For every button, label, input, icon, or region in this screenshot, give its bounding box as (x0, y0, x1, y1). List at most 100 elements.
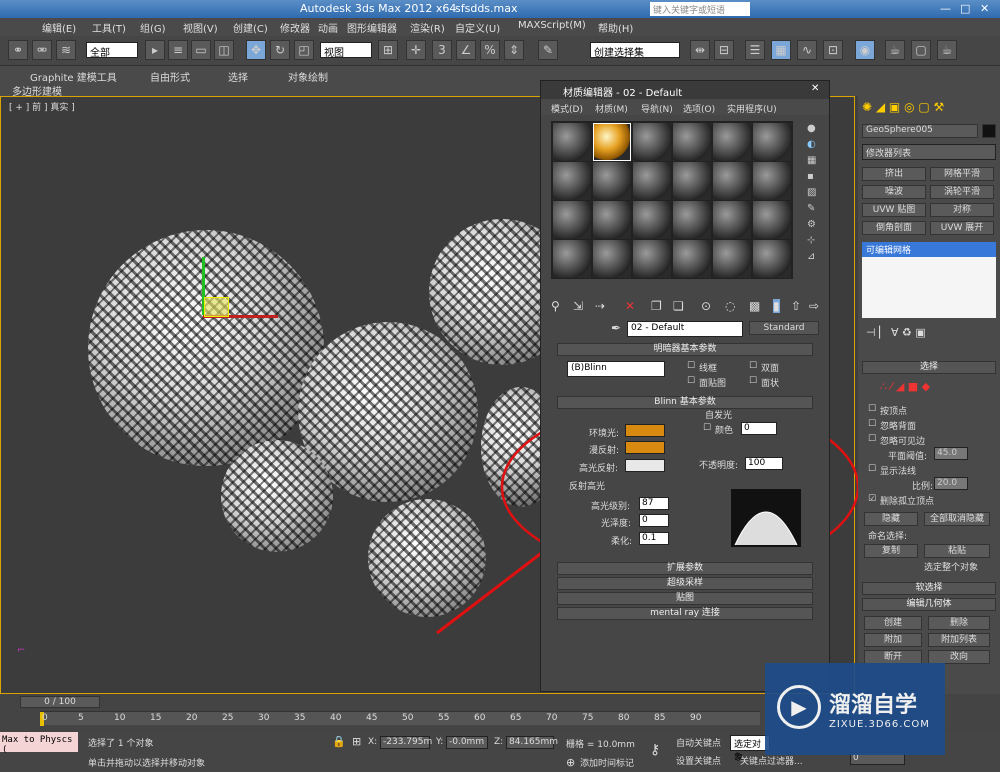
edit-geometry-rollout[interactable]: 编辑几何体 (862, 598, 996, 611)
material-name-field[interactable]: 02 - Default (627, 321, 743, 337)
make-preview-icon[interactable]: ✎ (807, 203, 821, 219)
soften-spinner[interactable]: 0.1 (639, 532, 669, 545)
by-vertex-checkbox[interactable]: ☐ (868, 404, 876, 414)
select-by-material-icon[interactable]: ⊹ (807, 235, 821, 251)
sample-slot[interactable] (753, 240, 791, 278)
blinn-rollout-header[interactable]: Blinn 基本参数 (557, 396, 813, 409)
sample-slot[interactable] (753, 123, 791, 161)
show-end-result-icon[interactable]: ▮ (773, 299, 780, 313)
maxscript-listener[interactable]: Max to Physcs ( (0, 732, 78, 755)
put-to-library-icon[interactable]: ⊙ (701, 299, 711, 313)
sample-slot[interactable] (593, 201, 631, 239)
sample-slot[interactable] (633, 201, 671, 239)
modifier-button-bevel-profile[interactable]: 倒角剖面 (862, 221, 926, 235)
sample-slot[interactable] (753, 162, 791, 200)
track-bar[interactable]: 0 5 10 15 20 25 30 35 40 45 50 55 60 65 … (40, 711, 760, 726)
modifier-list-dropdown[interactable]: 修改器列表 (862, 144, 996, 160)
self-illum-spinner[interactable]: 0 (741, 422, 777, 435)
modifier-button-symmetry[interactable]: 对称 (930, 203, 994, 217)
modifier-button-uvw-map[interactable]: UVW 贴图 (862, 203, 926, 217)
mat-menu-utilities[interactable]: 实用程序(U) (727, 102, 777, 115)
attach-list-button[interactable]: 附加列表 (928, 633, 990, 647)
backlight-icon[interactable]: ◐ (807, 139, 821, 155)
extended-params-rollout[interactable]: 扩展参数 (557, 562, 813, 575)
material-editor-close-button[interactable]: ✕ (811, 83, 819, 94)
z-coord-field[interactable]: 84.165mm (506, 736, 558, 749)
time-tag-icon[interactable]: ⊕ (566, 756, 575, 769)
absolute-mode-icon[interactable]: ⊞ (352, 735, 361, 748)
sample-slot[interactable] (593, 240, 631, 278)
planar-threshold-spinner[interactable]: 45.0 (934, 447, 968, 460)
sample-slot[interactable] (753, 201, 791, 239)
material-editor-titlebar[interactable]: 材质编辑器 - 02 - Default ✕ (541, 81, 829, 99)
face-map-checkbox[interactable]: ☐ (687, 376, 695, 386)
ambient-color-swatch[interactable] (625, 424, 665, 437)
sample-slot[interactable] (633, 123, 671, 161)
sample-slot[interactable] (713, 123, 751, 161)
modifier-button-meshsmooth[interactable]: 网格平滑 (930, 167, 994, 181)
go-to-parent-icon[interactable]: ⇧ (791, 299, 801, 313)
sample-type-icon[interactable]: ● (807, 123, 821, 139)
video-color-icon[interactable]: ▨ (807, 187, 821, 203)
material-navigator-icon[interactable]: ⊿ (807, 251, 821, 267)
get-material-icon[interactable]: ⚲ (551, 299, 560, 313)
make-unique-icon[interactable]: ❏ (673, 299, 684, 313)
delete-isolated-checkbox[interactable]: ☑ (868, 494, 876, 504)
y-coord-field[interactable]: -0.0mm (446, 736, 488, 749)
add-time-tag[interactable]: 添加时间标记 (580, 756, 634, 769)
sample-slot[interactable] (713, 240, 751, 278)
selection-rollout[interactable]: 选择 (862, 361, 996, 374)
glossiness-spinner[interactable]: 0 (639, 514, 669, 527)
modifier-button-turbosmooth[interactable]: 涡轮平滑 (930, 185, 994, 199)
key-icon[interactable]: ⚷ (650, 742, 660, 758)
options-icon[interactable]: ⚙ (807, 219, 821, 235)
reset-icon[interactable]: ✕ (625, 299, 635, 313)
sub-object-level-icons[interactable]: ∴ ⁄ ◢ ■ ◆ (880, 380, 980, 394)
sample-slot[interactable] (713, 201, 751, 239)
turn-button[interactable]: 改向 (928, 650, 990, 664)
object-color-swatch[interactable] (982, 124, 996, 138)
command-panel-tabs[interactable]: ✺ ◢ ▣ ◎ ▢ ⚒ (862, 100, 996, 118)
ignore-visible-edges-checkbox[interactable]: ☐ (868, 434, 876, 444)
sample-slot[interactable] (673, 162, 711, 200)
maps-rollout[interactable]: 贴图 (557, 592, 813, 605)
x-coord-field[interactable]: -233.795m (380, 736, 432, 749)
stack-item-editable-mesh[interactable]: 可编辑网格 (862, 242, 996, 257)
mental-ray-rollout[interactable]: mental ray 连接 (557, 607, 813, 620)
spec-level-spinner[interactable]: 87 (639, 497, 669, 510)
mat-menu-mode[interactable]: 模式(D) (551, 102, 583, 115)
background-icon[interactable]: ▦ (807, 155, 821, 171)
faceted-checkbox[interactable]: ☐ (749, 376, 757, 386)
put-to-scene-icon[interactable]: ⇲ (573, 299, 583, 313)
soft-selection-rollout[interactable]: 软选择 (862, 582, 996, 595)
modifier-button-unwrap-uvw[interactable]: UVW 展开 (930, 221, 994, 235)
sample-slot[interactable] (673, 201, 711, 239)
sample-slot[interactable] (553, 123, 591, 161)
material-id-icon[interactable]: ◌ (725, 299, 735, 313)
modifier-button-noise[interactable]: 噪波 (862, 185, 926, 199)
make-copy-icon[interactable]: ❐ (651, 299, 662, 313)
sample-slot-selected[interactable] (593, 123, 631, 161)
time-slider[interactable]: 0 / 100 (20, 696, 100, 708)
ignore-backface-checkbox[interactable]: ☐ (868, 419, 876, 429)
paste-button[interactable]: 粘贴 (924, 544, 990, 558)
sample-slot[interactable] (713, 162, 751, 200)
modifier-button-extrude[interactable]: 挤出 (862, 167, 926, 181)
sample-slot[interactable] (633, 240, 671, 278)
sample-slot[interactable] (553, 240, 591, 278)
supersampling-rollout[interactable]: 超级采样 (557, 577, 813, 590)
diffuse-color-swatch[interactable] (625, 441, 665, 454)
sample-slot[interactable] (673, 240, 711, 278)
mat-menu-material[interactable]: 材质(M) (595, 102, 628, 115)
object-name-field[interactable]: GeoSphere005 (862, 124, 978, 138)
sample-slot[interactable] (593, 162, 631, 200)
scale-spinner[interactable]: 20.0 (934, 477, 968, 490)
wire-checkbox[interactable]: ☐ (687, 361, 695, 371)
hide-button[interactable]: 隐藏 (864, 512, 918, 526)
delete-button[interactable]: 删除 (928, 616, 990, 630)
assign-to-selection-icon[interactable]: ⇢ (595, 299, 605, 313)
shader-rollout-header[interactable]: 明暗器基本参数 (557, 343, 813, 356)
two-sided-checkbox[interactable]: ☐ (749, 361, 757, 371)
stack-tools-row[interactable]: ⊣ ▏ ∀ ♻ ▣ (866, 326, 994, 340)
specular-color-swatch[interactable] (625, 459, 665, 472)
